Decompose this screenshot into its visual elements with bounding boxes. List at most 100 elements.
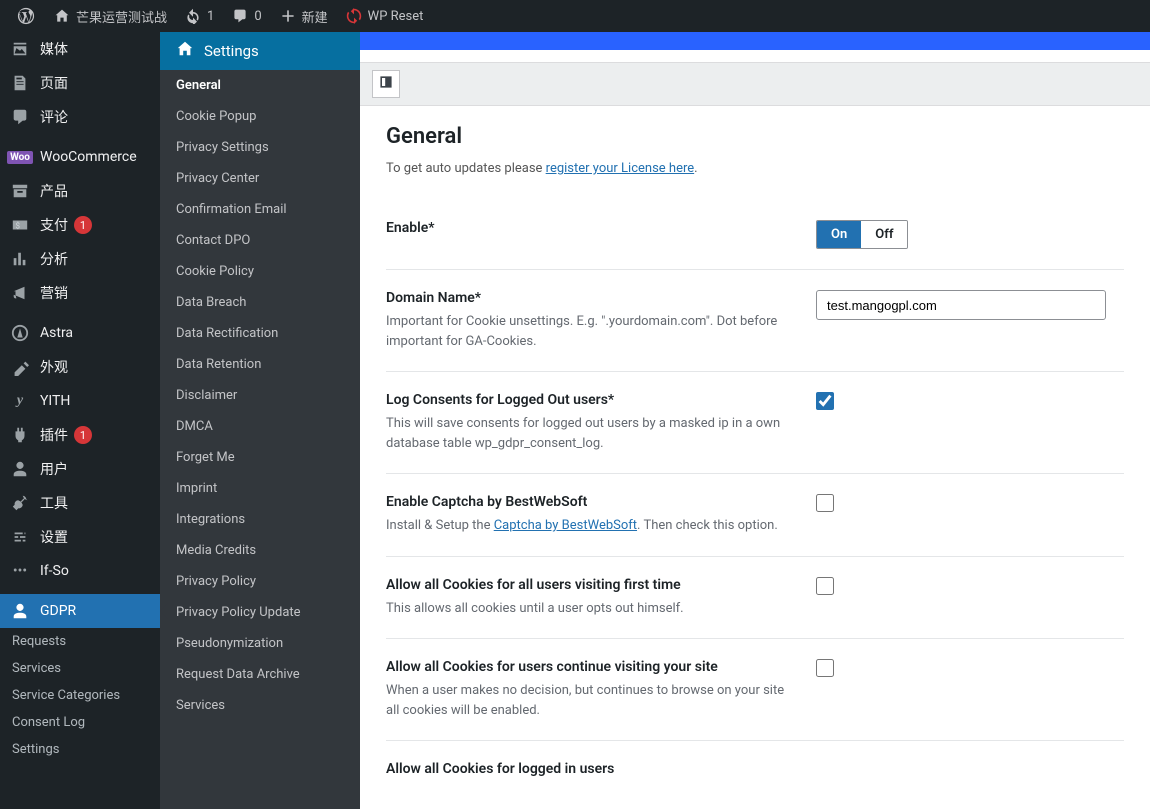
badge: 1 (74, 426, 92, 444)
ifso-icon: ••• (10, 561, 30, 581)
appearance-icon (10, 357, 30, 377)
menu-item-woo[interactable]: WooWooCommerce (0, 140, 160, 174)
captcha-checkbox[interactable] (816, 494, 834, 512)
menu-item-product[interactable]: 产品 (0, 174, 160, 208)
captcha-label: Enable Captcha by BestWebSoft (386, 494, 796, 510)
allow-continue-desc: When a user makes no decision, but conti… (386, 681, 796, 720)
menu-item-media[interactable]: 媒体 (0, 32, 160, 66)
admin-bar: 芒果运营测试战 1 0 新建 WP Reset (0, 0, 1150, 32)
submenu-item[interactable]: Services (0, 655, 160, 682)
menu-item-label: 插件 (40, 425, 68, 445)
users-icon (10, 459, 30, 479)
updates[interactable]: 1 (175, 0, 222, 32)
log-consents-desc: This will save consents for logged out u… (386, 414, 796, 453)
settings-menu-item[interactable]: Disclaimer (160, 380, 360, 411)
menu-item-yith[interactable]: yYITH (0, 384, 160, 418)
analytics-icon (10, 249, 30, 269)
settings-menu-item[interactable]: Cookie Popup (160, 101, 360, 132)
menu-item-analytics[interactable]: 分析 (0, 242, 160, 276)
toggle-panel-button[interactable] (372, 70, 400, 98)
site-name[interactable]: 芒果运营测试战 (44, 0, 175, 32)
menu-item-comment[interactable]: 评论 (0, 100, 160, 134)
menu-item-label: 分析 (40, 249, 68, 269)
astra-icon (10, 323, 30, 343)
captcha-link[interactable]: Captcha by BestWebSoft (494, 518, 637, 533)
settings-menu-item[interactable]: Pseudonymization (160, 628, 360, 659)
log-consents-checkbox[interactable] (816, 392, 834, 410)
blue-banner (360, 32, 1150, 50)
enable-toggle[interactable]: On Off (816, 220, 908, 249)
new-content[interactable]: 新建 (270, 0, 336, 32)
field-domain-name: Domain Name* Important for Cookie unsett… (386, 270, 1124, 372)
comment-icon (10, 107, 30, 127)
menu-item-astra[interactable]: Astra (0, 316, 160, 350)
menu-item-appearance[interactable]: 外观 (0, 350, 160, 384)
tools-icon (10, 493, 30, 513)
settings-menu-item[interactable]: Data Breach (160, 287, 360, 318)
settings-menu-item[interactable]: Integrations (160, 504, 360, 535)
domain-name-input[interactable] (816, 290, 1106, 320)
domain-desc: Important for Cookie unsettings. E.g. ".… (386, 312, 796, 351)
settings-menu-item[interactable]: Confirmation Email (160, 194, 360, 225)
menu-item-label: 设置 (40, 527, 68, 547)
wp-logo[interactable] (8, 0, 44, 32)
settings-menu-item[interactable]: Media Credits (160, 535, 360, 566)
comments[interactable]: 0 (222, 0, 269, 32)
menu-item-label: 用户 (40, 459, 68, 479)
comments-count: 0 (254, 9, 261, 24)
settings-menu-item[interactable]: General (160, 70, 360, 101)
settings-menu-item[interactable]: DMCA (160, 411, 360, 442)
settings-menu-item[interactable]: Privacy Policy (160, 566, 360, 597)
toggle-off[interactable]: Off (861, 221, 907, 248)
license-notice: To get auto updates please register your… (386, 161, 1124, 176)
wordpress-icon (16, 6, 36, 26)
page-title: General (386, 124, 1124, 149)
menu-item-label: Astra (40, 325, 73, 341)
log-consents-label: Log Consents for Logged Out users* (386, 392, 796, 408)
settings-menu-item[interactable]: Services (160, 690, 360, 721)
menu-item-plugins[interactable]: 插件 1 (0, 418, 160, 452)
settings-menu-item[interactable]: Cookie Policy (160, 256, 360, 287)
settings-menu-item[interactable]: Request Data Archive (160, 659, 360, 690)
domain-label: Domain Name* (386, 290, 796, 306)
menu-item-users[interactable]: 用户 (0, 452, 160, 486)
field-allow-logged-in: Allow all Cookies for logged in users (386, 741, 1124, 803)
settings-menu-item[interactable]: Imprint (160, 473, 360, 504)
settings-menu-item[interactable]: Contact DPO (160, 225, 360, 256)
wp-reset-label: WP Reset (368, 9, 424, 24)
menu-item-page[interactable]: 页面 (0, 66, 160, 100)
settings-menu-item[interactable]: Data Retention (160, 349, 360, 380)
menu-item-ifso[interactable]: ••• If-So (0, 554, 160, 588)
updates-count: 1 (207, 9, 214, 24)
wp-reset[interactable]: WP Reset (336, 0, 432, 32)
submenu-item[interactable]: Settings (0, 736, 160, 763)
site-title: 芒果运营测试战 (76, 7, 167, 26)
field-allow-continue: Allow all Cookies for users continue vis… (386, 639, 1124, 741)
plus-icon (278, 6, 298, 26)
submenu-item[interactable]: Service Categories (0, 682, 160, 709)
menu-item-settings[interactable]: 设置 (0, 520, 160, 554)
settings-menu-item[interactable]: Forget Me (160, 442, 360, 473)
menu-item-tools[interactable]: 工具 (0, 486, 160, 520)
menu-item-label: 媒体 (40, 39, 68, 59)
settings-tab[interactable]: Settings (160, 32, 360, 70)
allow-first-checkbox[interactable] (816, 577, 834, 595)
menu-item-payment[interactable]: $支付1 (0, 208, 160, 242)
settings-content: General To get auto updates please regis… (360, 32, 1150, 809)
menu-item-marketing[interactable]: 营销 (0, 276, 160, 310)
menu-item-gdpr[interactable]: GDPR (0, 594, 160, 628)
field-allow-first-time: Allow all Cookies for all users visiting… (386, 557, 1124, 640)
settings-menu-item[interactable]: Privacy Policy Update (160, 597, 360, 628)
allow-continue-checkbox[interactable] (816, 659, 834, 677)
settings-menu-item[interactable]: Data Rectification (160, 318, 360, 349)
toggle-on[interactable]: On (817, 221, 861, 248)
register-license-link[interactable]: register your License here (546, 161, 695, 176)
menu-item-label: If-So (40, 563, 69, 579)
content-toolbar (360, 62, 1150, 106)
allow-first-desc: This allows all cookies until a user opt… (386, 599, 796, 619)
submenu-item[interactable]: Requests (0, 628, 160, 655)
settings-menu-item[interactable]: Privacy Settings (160, 132, 360, 163)
submenu-item[interactable]: Consent Log (0, 709, 160, 736)
settings-menu-item[interactable]: Privacy Center (160, 163, 360, 194)
menu-item-label: 支付 (40, 215, 68, 235)
